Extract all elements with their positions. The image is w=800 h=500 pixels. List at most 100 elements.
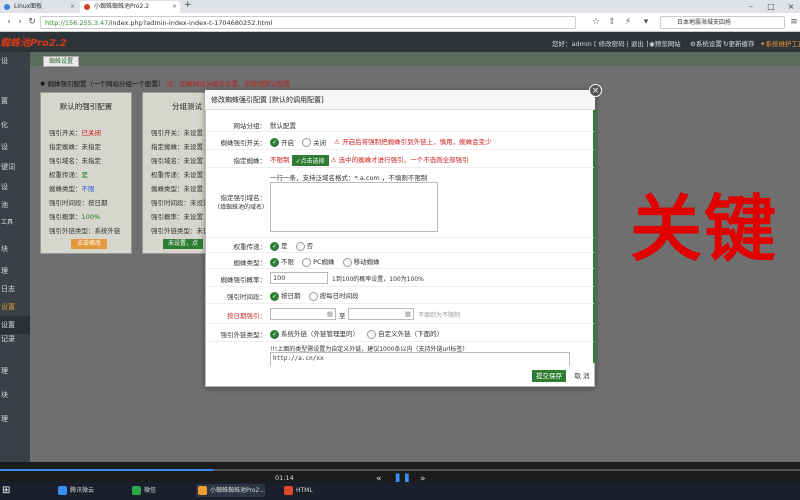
dropdown-icon[interactable]: ▾	[640, 16, 652, 28]
browser-tab-active[interactable]: 小蜘蛛蜘蛛池Pro2.2 ×	[80, 1, 180, 13]
card-line: 权重传递：是	[49, 171, 88, 179]
modal-title: 修改蜘蛛强引配置 [默认的调用配置]	[205, 90, 595, 110]
card-line: 强引概率：未设置	[151, 213, 203, 221]
card-line: 强引时间段：按日期	[49, 199, 108, 207]
sidebar-item[interactable]: 日志	[0, 280, 30, 298]
card-line: 指定蜘蛛：未指定	[49, 143, 101, 151]
card-line: 指定蜘蛛：未设置	[151, 143, 203, 151]
taskbar-item[interactable]: HTML	[282, 484, 313, 497]
edit-default-button[interactable]: 点击修改	[71, 239, 107, 249]
close-icon[interactable]: ×	[589, 84, 602, 97]
row-domain: 指定强引域名： （填蜘蛛池的域名） 一行一条，支持泛域名格式：*.a.com ，…	[206, 168, 594, 238]
sidebar-item[interactable]: 记录	[0, 330, 30, 348]
close-window-icon[interactable]: ×	[782, 0, 800, 13]
calendar-icon[interactable]: ▦	[327, 309, 333, 320]
sidebar-item[interactable]: 块	[0, 240, 30, 258]
row-date: 按日期强引： ▦ 至 ▦ 不填则为不限制	[206, 304, 594, 324]
settings-icon: ✱	[40, 80, 48, 88]
system-settings-link[interactable]: ⚙系统设置	[690, 38, 722, 48]
weight-no-radio[interactable]: 否	[295, 240, 313, 251]
card-line: 强引外链类型：系统外链	[49, 227, 121, 235]
favicon-icon	[4, 4, 10, 10]
save-button[interactable]: 提交保存	[532, 370, 566, 382]
card-line: 强引时间段：未设置	[151, 199, 210, 207]
close-tab-icon[interactable]: ×	[70, 1, 75, 13]
extension-icon[interactable]: ⚡	[622, 16, 634, 28]
link-custom-radio[interactable]: 自定义外链（下面的）	[367, 328, 443, 339]
type-mobile-radio[interactable]: 移动蜘蛛	[342, 256, 380, 267]
menu-icon[interactable]: ≡	[788, 16, 800, 28]
video-progress-fill	[0, 469, 213, 471]
new-tab-button[interactable]: +	[184, 0, 192, 10]
password-logout-link[interactable]: [ 修改密码 | 退出 ]	[594, 38, 649, 48]
type-pc-radio[interactable]: PC蜘蛛	[302, 256, 335, 267]
card-line: 强引概率：100%	[49, 213, 101, 221]
date-end-input[interactable]: ▦	[348, 308, 414, 320]
domain-textarea[interactable]	[270, 182, 438, 232]
update-cache-link[interactable]: ↻更新缓存	[723, 38, 754, 48]
minimize-icon[interactable]: –	[742, 0, 760, 13]
custom-links-textarea[interactable]: http://a.cn/xx	[270, 352, 570, 366]
row-switch: 蜘蛛强引开关： ✓ 开启 关闭 ⚠ 开启后将强制把蜘蛛引到外链上，慎用，蜘蛛会变少	[206, 132, 594, 150]
warning-icon: ⚠	[334, 138, 343, 146]
type-all-radio[interactable]: ✓ 不限	[270, 256, 294, 267]
taskbar-item[interactable]: 腾讯微云	[56, 484, 94, 497]
star-icon[interactable]: ☆	[590, 16, 602, 28]
date-start-input[interactable]: ▦	[270, 308, 336, 320]
sidebar-item[interactable]: 池	[0, 196, 30, 214]
card-line: 蜘蛛类型：不限	[49, 185, 95, 193]
row-spider-type: 蜘蛛类型： ✓ 不限 PC蜘蛛 移动蜘蛛	[206, 253, 594, 269]
sidebar-item[interactable]: 设	[0, 178, 30, 196]
html-icon	[284, 486, 293, 495]
address-bar[interactable]: http://156.255.3.47/index.php?admin-inde…	[40, 16, 576, 29]
time-date-radio[interactable]: ✓ 按日期	[270, 290, 301, 301]
sidebar-item[interactable]: 工具	[0, 214, 30, 232]
app-logo: 蜘蛛池Pro2.2	[0, 38, 67, 49]
switch-on-radio[interactable]: ✓ 开启	[270, 137, 294, 148]
select-spider-button[interactable]: ✓点击选择	[291, 154, 329, 166]
refresh-icon[interactable]: ↻	[26, 16, 38, 28]
forward-icon[interactable]: ›	[14, 16, 26, 28]
switch-warning: ⚠ 开启后将强制把蜘蛛引到外链上，慎用，蜘蛛会变少	[334, 138, 492, 146]
tab-spider-settings[interactable]: 蜘蛛设置	[43, 56, 79, 67]
row-probability: 蜘蛛强引概率： 100 1到100的概率设置，100为100%	[206, 269, 594, 287]
card-line: 强引开关：已关闭	[49, 129, 101, 137]
share-icon[interactable]: ⇧	[606, 16, 618, 28]
sidebar-item[interactable]: 置	[0, 92, 30, 110]
link-system-radio[interactable]: ✓ 系统外链（外链管理里的）	[270, 328, 359, 339]
taskbar-item-active[interactable]: 小蜘蛛蜘蛛池Pro2...	[196, 484, 266, 497]
sidebar-item[interactable]: 键词	[0, 158, 30, 176]
close-tab-icon[interactable]: ×	[172, 1, 177, 13]
card-line: 强引域名：未指定	[49, 157, 101, 165]
calendar-icon[interactable]: ▦	[405, 309, 411, 320]
browser-tab[interactable]: Linux面板 ×	[0, 1, 78, 13]
probability-input[interactable]: 100	[270, 272, 328, 284]
time-daily-radio[interactable]: 按每日时间段	[308, 290, 359, 301]
sidebar-item[interactable]: 设	[0, 138, 30, 156]
sidebar-item[interactable]: 理	[0, 410, 30, 428]
sidebar-item[interactable]: 块	[0, 386, 30, 404]
row-custom-links: !!!上面的类型需设置为自定义外链，建议1000条以内（支持外链url标签） h…	[206, 342, 594, 366]
row-weight: 权重传递： ✓ 是 否	[206, 238, 594, 253]
switch-off-radio[interactable]: 关闭	[302, 137, 326, 148]
search-box[interactable]: 日本地震海城支四抢	[660, 16, 785, 29]
cancel-button[interactable]: 取 消	[572, 370, 592, 382]
maintenance-tools-link[interactable]: ✦系统维护工具	[760, 38, 800, 48]
edit-group-button[interactable]: 未设置，点	[163, 239, 203, 249]
sidebar-item[interactable]: 设	[0, 52, 30, 70]
card-line: 强引域名：未设置	[151, 157, 203, 165]
maximize-icon[interactable]: □	[762, 0, 780, 13]
start-icon[interactable]: ⊞	[2, 485, 14, 497]
taskbar-item[interactable]: 微信	[130, 484, 156, 497]
wechat-icon	[132, 486, 141, 495]
sidebar-item[interactable]: 化	[0, 116, 30, 134]
content-tab-strip	[30, 52, 800, 66]
sidebar-item[interactable]: 设置	[0, 298, 30, 316]
sidebar-item[interactable]: 理	[0, 362, 30, 380]
overlay-caption: 关键	[630, 187, 779, 271]
weight-yes-radio[interactable]: ✓ 是	[270, 240, 288, 251]
preview-site-link[interactable]: ◉预览网站	[649, 38, 681, 48]
warning-icon: ⚠	[330, 156, 339, 164]
video-time: 01:14	[275, 474, 294, 482]
sidebar-item[interactable]: 理	[0, 262, 30, 280]
